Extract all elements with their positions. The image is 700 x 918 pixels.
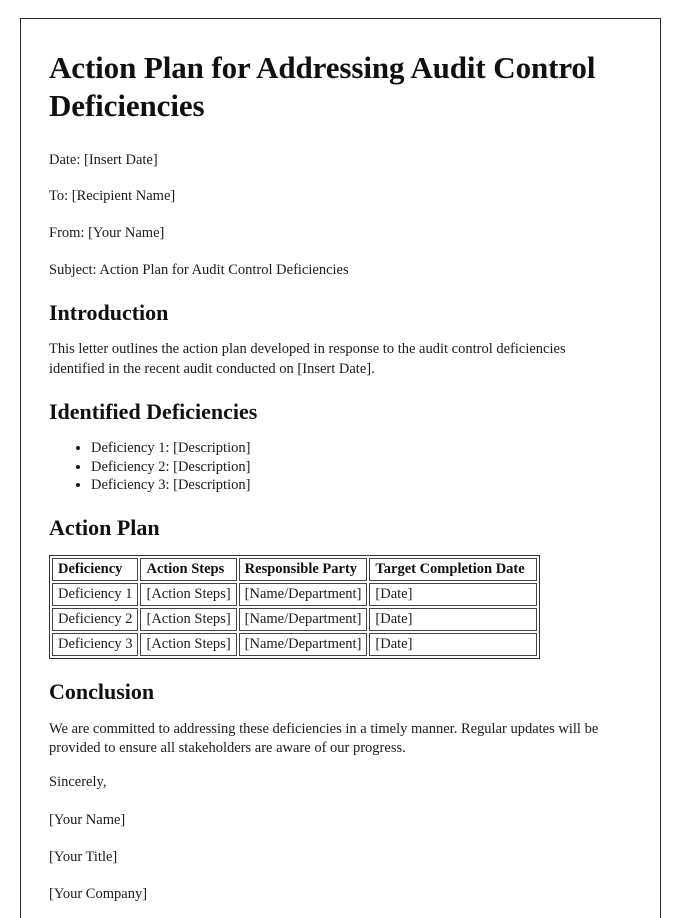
table-header-row: Deficiency Action Steps Responsible Part… bbox=[52, 558, 538, 582]
list-item: Deficiency 3: [Description] bbox=[91, 476, 632, 495]
closing-salutation: Sincerely, bbox=[49, 774, 107, 791]
cell-target-completion-date: [Date] bbox=[369, 633, 538, 657]
cell-deficiency: Deficiency 1 bbox=[52, 583, 139, 607]
page-title: Action Plan for Addressing Audit Control… bbox=[49, 50, 596, 123]
document-page: Action Plan for Addressing Audit Control… bbox=[20, 18, 661, 918]
cell-target-completion-date: [Date] bbox=[369, 608, 538, 632]
cell-action-steps: [Action Steps] bbox=[140, 608, 237, 632]
cell-responsible-party: [Name/Department] bbox=[238, 608, 368, 632]
meta-sender: From: [Your Name] bbox=[49, 225, 165, 242]
table-row: Deficiency 1 [Action Steps] [Name/Depart… bbox=[52, 583, 538, 607]
list-item: Deficiency 1: [Description] bbox=[91, 439, 632, 458]
section-heading-action-plan: Action Plan bbox=[49, 514, 160, 540]
cell-deficiency: Deficiency 2 bbox=[52, 608, 139, 632]
table-header-target-completion-date: Target Completion Date bbox=[369, 558, 538, 582]
cell-responsible-party: [Name/Department] bbox=[238, 583, 368, 607]
deficiency-list: Deficiency 1: [Description] Deficiency 2… bbox=[49, 439, 632, 495]
section-heading-conclusion: Conclusion bbox=[49, 679, 155, 705]
meta-date: Date: [Insert Date] bbox=[49, 151, 158, 168]
cell-target-completion-date: [Date] bbox=[369, 583, 538, 607]
table-row: Deficiency 3 [Action Steps] [Name/Depart… bbox=[52, 633, 538, 657]
meta-recipient: To: [Recipient Name] bbox=[49, 188, 176, 205]
action-plan-table: Deficiency Action Steps Responsible Part… bbox=[49, 555, 541, 660]
table-row: Deficiency 2 [Action Steps] [Name/Depart… bbox=[52, 608, 538, 632]
signature-name: [Your Name] bbox=[49, 812, 126, 829]
introduction-paragraph: This letter outlines the action plan dev… bbox=[49, 341, 566, 377]
list-item: Deficiency 2: [Description] bbox=[91, 458, 632, 477]
conclusion-paragraph: We are committed to addressing these def… bbox=[49, 720, 599, 757]
table-header-action-steps: Action Steps bbox=[140, 558, 237, 582]
signature-company: [Your Company] bbox=[49, 886, 148, 903]
section-heading-identified-deficiencies: Identified Deficiencies bbox=[49, 398, 258, 424]
meta-subject: Subject: Action Plan for Audit Control D… bbox=[49, 262, 349, 279]
document-body: Action Plan for Addressing Audit Control… bbox=[21, 19, 660, 904]
cell-action-steps: [Action Steps] bbox=[140, 583, 237, 607]
signature-title: [Your Title] bbox=[49, 849, 118, 866]
section-heading-introduction: Introduction bbox=[49, 300, 169, 325]
cell-action-steps: [Action Steps] bbox=[140, 633, 237, 657]
cell-responsible-party: [Name/Department] bbox=[238, 633, 368, 657]
table-header-responsible-party: Responsible Party bbox=[238, 558, 368, 582]
table-header-deficiency: Deficiency bbox=[52, 558, 139, 582]
cell-deficiency: Deficiency 3 bbox=[52, 633, 139, 657]
